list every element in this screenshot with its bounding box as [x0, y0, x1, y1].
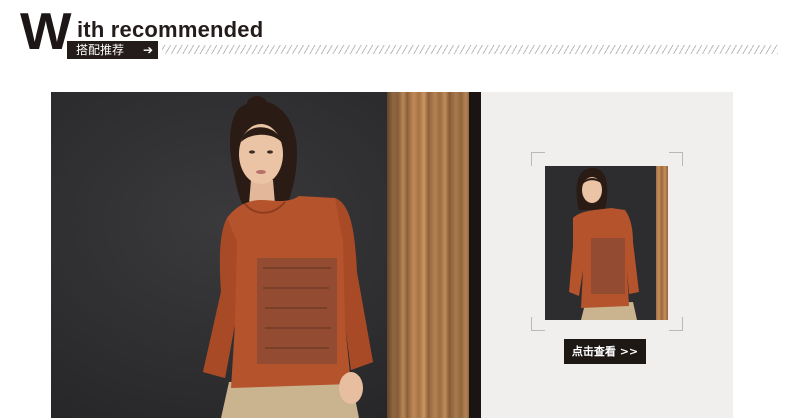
- header-title: ith recommended: [77, 17, 264, 42]
- corner-bracket-top-right: [669, 152, 683, 166]
- corner-bracket-top-left: [531, 152, 545, 166]
- arrow-right-icon: ➔: [142, 43, 153, 57]
- main-product-photo[interactable]: [51, 92, 481, 418]
- corner-bracket-bottom-right: [669, 317, 683, 331]
- header-subtitle: 搭配推荐: [76, 43, 125, 57]
- corner-bracket-bottom-left: [531, 317, 545, 331]
- view-details-button[interactable]: 点击查看 >>: [564, 339, 646, 364]
- model-figure: [203, 96, 373, 418]
- section-header: W ith recommended 搭配推荐 ➔: [0, 0, 790, 70]
- header-big-letter: W: [20, 3, 72, 61]
- recommendation-panel: 点击查看 >>: [481, 92, 733, 418]
- hatched-divider: [162, 45, 778, 54]
- thumbnail-model-figure: [569, 168, 639, 320]
- product-thumbnail[interactable]: [545, 166, 668, 320]
- header-subtitle-tag: 搭配推荐 ➔: [67, 41, 158, 59]
